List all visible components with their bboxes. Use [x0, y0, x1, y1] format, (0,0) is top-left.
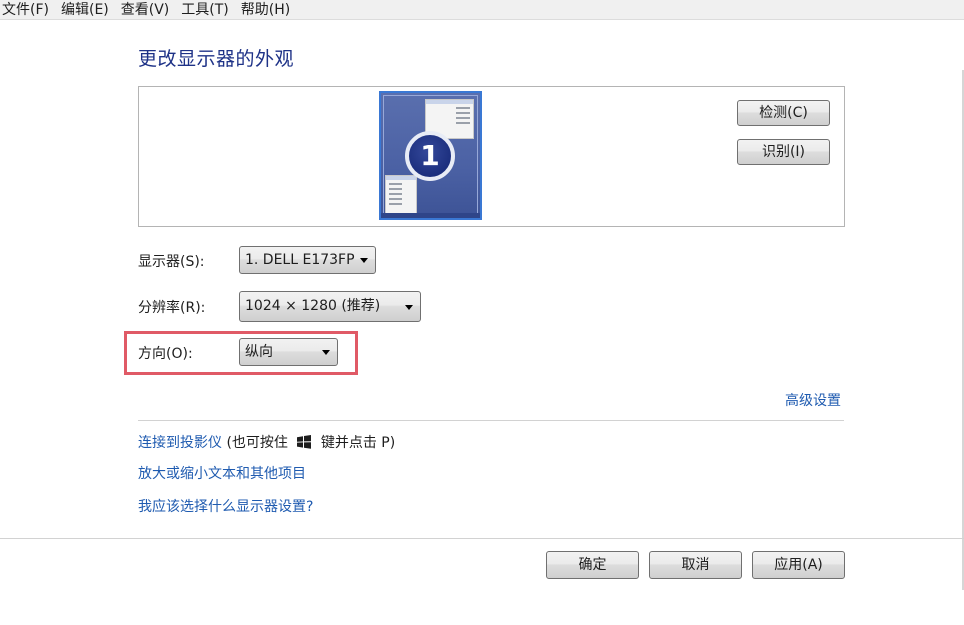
projector-row: 连接到投影仪 (也可按住 键并点击 P) — [138, 432, 395, 452]
mini-window-line — [389, 203, 402, 205]
menu-bar: 文件(F) 编辑(E) 查看(V) 工具(T) 帮助(H) — [0, 0, 964, 20]
monitor-number-badge: 1 — [405, 131, 455, 181]
identify-button[interactable]: 识别(I) — [737, 139, 830, 165]
mini-window-line — [389, 198, 402, 200]
mini-window-bottom — [385, 175, 417, 215]
menu-tools[interactable]: 工具(T) — [177, 1, 233, 19]
resolution-label: 分辨率(R): — [138, 300, 206, 316]
orientation-label: 方向(O): — [138, 346, 193, 362]
detect-button[interactable]: 检测(C) — [737, 100, 830, 126]
menu-help[interactable]: 帮助(H) — [237, 1, 295, 19]
advanced-settings-link[interactable]: 高级设置 — [785, 390, 841, 410]
mini-window-line — [456, 122, 470, 124]
mini-window-line — [389, 183, 402, 185]
mini-window-line — [456, 112, 470, 114]
section-divider — [138, 420, 844, 421]
display-select[interactable]: 1. DELL E173FP — [239, 246, 376, 274]
windows-logo-icon — [297, 435, 312, 449]
resolution-select-value: 1024 × 1280 (推荐) — [245, 298, 381, 314]
mini-window-line — [456, 107, 470, 109]
cancel-button[interactable]: 取消 — [649, 551, 742, 579]
display-settings-window: 文件(F) 编辑(E) 查看(V) 工具(T) 帮助(H) 更改显示器的外观 1… — [0, 0, 964, 625]
mini-window-titlebar — [426, 100, 473, 104]
footer-divider — [0, 538, 964, 539]
display-select-value: 1. DELL E173FP — [245, 252, 355, 268]
mini-window-line — [456, 117, 470, 119]
monitor-preview-area: 1 检测(C) 识别(I) — [138, 86, 845, 227]
mini-window-line — [389, 188, 402, 190]
chevron-down-icon — [405, 305, 413, 310]
chevron-down-icon — [322, 350, 330, 355]
menu-file[interactable]: 文件(F) — [0, 1, 54, 19]
mini-taskbar — [381, 213, 480, 218]
orientation-select-value: 纵向 — [245, 344, 273, 360]
projector-hint-before: (也可按住 — [226, 435, 288, 451]
apply-button[interactable]: 应用(A) — [752, 551, 845, 579]
menu-edit[interactable]: 编辑(E) — [57, 1, 114, 19]
orientation-select[interactable]: 纵向 — [239, 338, 338, 366]
projector-link[interactable]: 连接到投影仪 — [138, 435, 222, 451]
menu-view[interactable]: 查看(V) — [117, 1, 175, 19]
chevron-down-icon — [360, 258, 368, 263]
resolution-select[interactable]: 1024 × 1280 (推荐) — [239, 291, 421, 322]
page-title: 更改显示器的外观 — [138, 48, 295, 70]
mini-window-line — [389, 193, 402, 195]
text-size-link[interactable]: 放大或缩小文本和其他项目 — [138, 463, 306, 483]
mini-window-titlebar — [386, 176, 416, 180]
display-label: 显示器(S): — [138, 254, 205, 270]
which-settings-link[interactable]: 我应该选择什么显示器设置? — [138, 496, 313, 516]
monitor-1-thumbnail[interactable]: 1 — [379, 91, 482, 220]
projector-hint-after: 键并点击 P) — [320, 435, 396, 451]
ok-button[interactable]: 确定 — [546, 551, 639, 579]
